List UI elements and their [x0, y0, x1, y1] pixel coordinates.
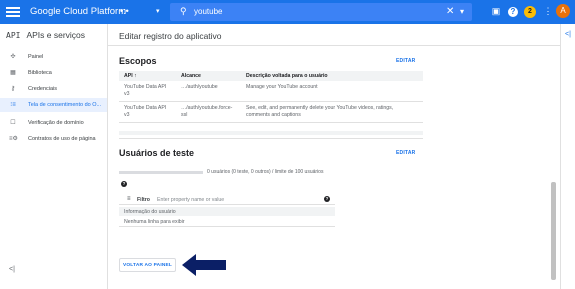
- table-row: YouTube Data API v3 …/auth/youtube Manag…: [119, 81, 423, 102]
- sidebar-item-label: Painel: [28, 54, 44, 60]
- scrollbar[interactable]: [551, 182, 556, 280]
- edit-test-users-button[interactable]: EDITAR: [396, 150, 415, 156]
- back-to-dashboard-button[interactable]: VOLTAR AO PAINEL: [119, 258, 176, 272]
- column-header-scope: Alcance: [176, 71, 241, 81]
- collapse-sidebar-icon[interactable]: <|: [9, 266, 15, 273]
- api-logo: API: [6, 31, 21, 40]
- test-users-title: Usuários de teste: [119, 148, 195, 158]
- table-cell: YouTube Data API v3: [119, 81, 176, 102]
- help-icon[interactable]: ?: [508, 7, 518, 17]
- search-icon: ⚲: [180, 6, 187, 16]
- scopes-table: API ↑ Alcance Descrição voltada para o u…: [119, 71, 423, 123]
- expand-search-icon[interactable]: ▾: [460, 7, 464, 16]
- library-icon: ▦: [10, 70, 16, 76]
- sidebar-item-biblioteca[interactable]: ▦ Biblioteca: [0, 66, 107, 80]
- left-arrow-annotation-icon: [182, 254, 226, 276]
- main-content: Editar registro do aplicativo Escopos ED…: [108, 24, 560, 289]
- table-cell: …/auth/youtube: [176, 81, 241, 102]
- project-selector-icon[interactable]: •:•: [120, 6, 129, 16]
- filter-input[interactable]: Enter property name or value: [157, 197, 224, 203]
- column-header-api[interactable]: API ↑: [119, 71, 176, 81]
- sidebar-item-domain-verification[interactable]: ☐ Verificação de domínio: [0, 116, 107, 130]
- settings-list-icon: ≡⚙: [9, 136, 18, 142]
- dashboard-icon: ✣: [10, 54, 16, 60]
- column-header-user-info: Informação do usuário: [119, 207, 335, 216]
- table-cell: See, edit, and permanently delete your Y…: [241, 101, 423, 123]
- project-caret-icon[interactable]: ▾: [156, 7, 160, 15]
- filter-bar[interactable]: ≡ Filtro Enter property name or value ?: [119, 194, 335, 205]
- sidebar: API APIs e serviços ✣ Painel ▦ Biblioteca…: [0, 24, 108, 289]
- divider: [119, 138, 423, 139]
- sidebar-item-label: Contratos de uso de página: [28, 136, 96, 142]
- search-bar[interactable]: ⚲ youtube ✕ ▾: [170, 3, 472, 21]
- divider: [108, 45, 560, 46]
- gift-icon[interactable]: ▣: [490, 5, 502, 17]
- clear-search-icon[interactable]: ✕: [446, 6, 454, 17]
- hamburger-menu-icon[interactable]: [6, 5, 20, 19]
- filter-icon: ≡: [127, 196, 131, 202]
- table-cell: …/auth/youtube.force-ssl: [176, 101, 241, 123]
- expand-panel-icon[interactable]: <|: [565, 31, 571, 38]
- filter-label: Filtro: [137, 197, 150, 203]
- sort-arrow-icon[interactable]: ↑: [134, 73, 137, 79]
- avatar[interactable]: A: [556, 4, 570, 18]
- user-limit-progress: [119, 171, 203, 174]
- sidebar-title: API APIs e serviços: [6, 30, 85, 40]
- sidebar-item-label: Tela de consentimento do O...: [28, 102, 102, 108]
- consent-icon: ⁝≡: [10, 102, 16, 108]
- sidebar-item-page-usage[interactable]: ≡⚙ Contratos de uso de página: [0, 132, 107, 146]
- top-app-bar: Google Cloud Platform •:• ▾ ⚲ youtube ✕ …: [0, 0, 575, 24]
- page-title: Editar registro do aplicativo: [119, 31, 222, 41]
- notifications-badge[interactable]: 2: [524, 6, 536, 18]
- help-icon[interactable]: ?: [121, 181, 127, 187]
- table-footer: [119, 131, 423, 135]
- more-vert-icon[interactable]: ⋮: [542, 5, 554, 17]
- filter-help-icon[interactable]: ?: [324, 196, 330, 202]
- right-panel-strip: <|: [560, 24, 575, 289]
- checkbox-icon: ☐: [10, 120, 16, 126]
- edit-scopes-button[interactable]: EDITAR: [396, 58, 415, 64]
- sidebar-item-label: Credenciais: [28, 86, 58, 92]
- table-cell: YouTube Data API v3: [119, 101, 176, 123]
- user-limit-text: 0 usuários (0 teste, 0 outros) / limite …: [207, 169, 324, 175]
- brand-title[interactable]: Google Cloud Platform: [30, 6, 126, 17]
- table-cell: Manage your YouTube account: [241, 81, 423, 102]
- empty-table-message: Nenhuma linha para exibir: [119, 216, 335, 227]
- search-input[interactable]: youtube: [194, 7, 222, 16]
- sidebar-item-painel[interactable]: ✣ Painel: [0, 50, 107, 64]
- sidebar-item-credenciais[interactable]: ⚷ Credenciais: [0, 82, 107, 96]
- sidebar-title-text: APIs e serviços: [26, 30, 86, 40]
- sidebar-item-consent-screen[interactable]: ⁝≡ Tela de consentimento do O...: [0, 98, 107, 112]
- key-icon: ⚷: [10, 86, 16, 92]
- sidebar-item-label: Biblioteca: [28, 70, 52, 76]
- sidebar-item-label: Verificação de domínio: [28, 120, 84, 126]
- column-header-description: Descrição voltada para o usuário: [241, 71, 423, 81]
- scopes-title: Escopos: [119, 56, 157, 66]
- table-row: YouTube Data API v3 …/auth/youtube.force…: [119, 101, 423, 123]
